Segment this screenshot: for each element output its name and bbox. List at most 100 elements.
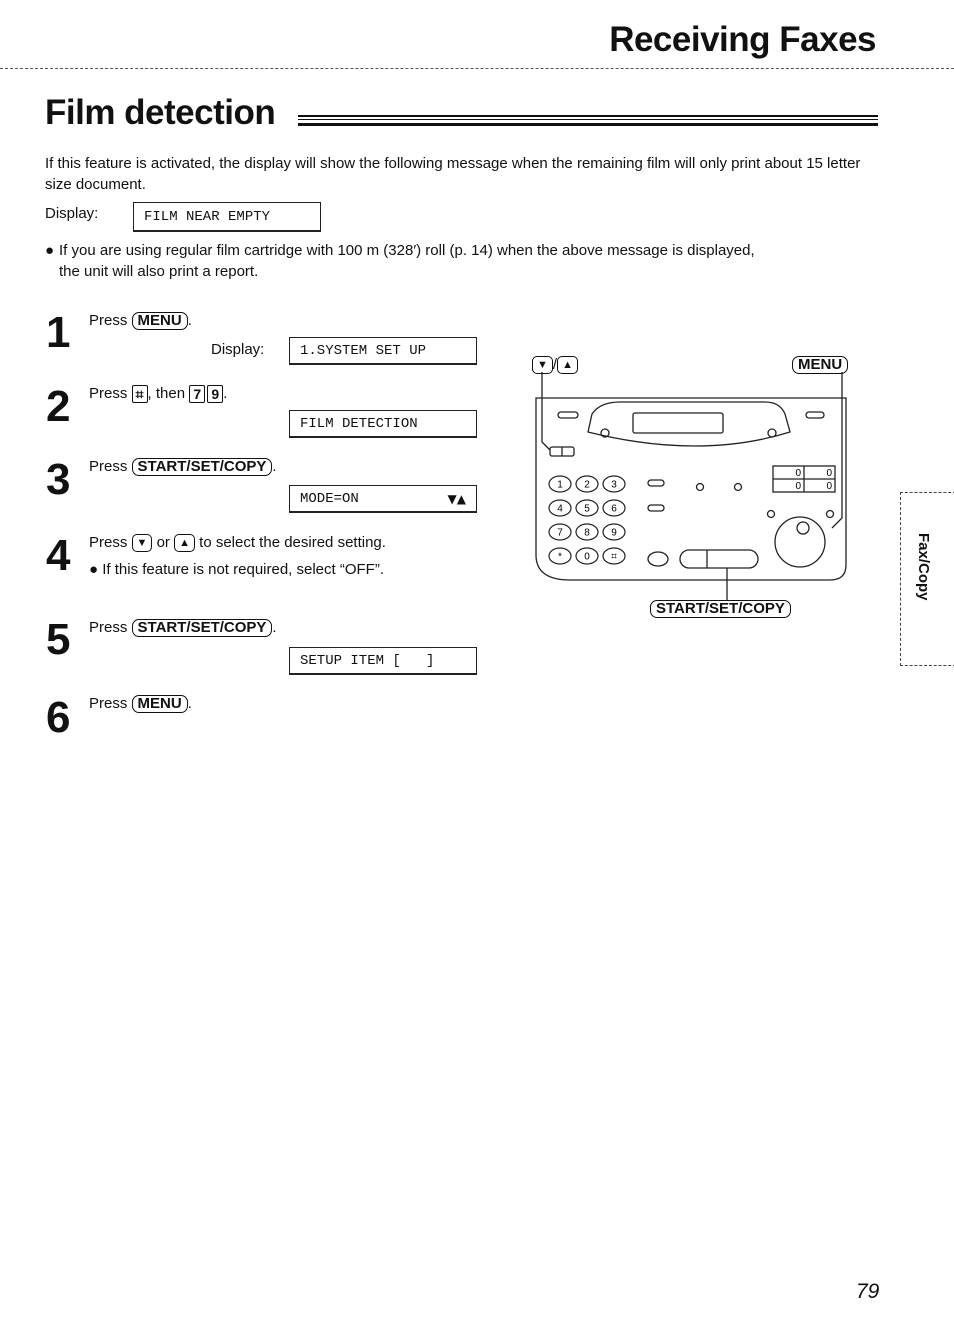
lcd-text: FILM DETECTION	[300, 415, 418, 432]
step-number-4: 4	[46, 531, 71, 580]
extra-button	[647, 551, 669, 567]
intro-paragraph: If this feature is activated, the displa…	[45, 155, 861, 193]
section-header: Receiving Faxes	[609, 20, 876, 59]
step-6-period: .	[187, 695, 192, 712]
indicator-3	[766, 509, 776, 519]
fax-panel-drawing: 1 2 3 4 5 6 7 8 9 * 0 ⌗ 0 0 0 0	[535, 372, 847, 600]
step-4-rest: to select the desired setting.	[199, 534, 386, 551]
diagram-start-label: START/SET/COPY	[650, 600, 791, 619]
lcd-text: FILM NEAR EMPTY	[144, 208, 271, 225]
lcd-text: 1.SYSTEM SET UP	[300, 342, 427, 359]
step-5-press: Press	[89, 619, 128, 636]
step-6-press: Press	[89, 695, 128, 712]
page-number: 79	[856, 1280, 880, 1303]
fax-panel-diagram: 1 2 3 4 5 6 7 8 9 * 0 ⌗ 0 0 0 0 ▼ / ▲ MENU START/SET/COP…	[530, 350, 860, 630]
step-4-bullet-text: If this feature is not required, select …	[102, 561, 385, 578]
indicator-2	[733, 482, 743, 492]
step-4-bullet: ● If this feature is not required, selec…	[89, 560, 384, 580]
display-window	[632, 412, 724, 434]
side-tab-label: Fax/Copy	[915, 533, 932, 601]
display-label: Display:	[45, 205, 99, 222]
step-3-press: Press	[89, 458, 128, 475]
page-title: Film detection	[45, 93, 276, 132]
keypad-key-label: 2	[584, 480, 590, 491]
bullet-icon: ●	[45, 242, 55, 259]
indicator-4	[825, 509, 835, 519]
display-bezel	[587, 401, 791, 447]
step-3-period: .	[272, 458, 277, 475]
top-left-button	[557, 411, 579, 419]
step-5-period: .	[272, 619, 277, 636]
step-number-2: 2	[46, 382, 71, 431]
counter-digit: 0	[795, 468, 801, 479]
counter-digit: 0	[826, 481, 832, 492]
keypad-key-label: 1	[557, 480, 563, 491]
counter-digits: 0 0 0 0	[795, 468, 832, 492]
diagram-arrow-keys: ▼ / ▲	[532, 356, 578, 375]
step-2-text: Press ⌗, then 79.	[89, 384, 227, 404]
lcd-arrows-icon: ▼▲	[447, 491, 466, 506]
counter-digit: 0	[826, 468, 832, 479]
digit-9-key: 9	[207, 385, 224, 404]
start-set-copy-key: START/SET/COPY	[131, 458, 273, 477]
bezel-right-button	[767, 428, 777, 438]
top-right-button	[805, 411, 825, 419]
bullet-note: ● If you are using regular film cartridge…	[45, 240, 885, 282]
start-set-copy-key: START/SET/COPY	[131, 619, 273, 638]
step-4-press: Press	[89, 534, 128, 551]
up-key-icon: ▲	[557, 356, 578, 375]
step-2-press: Press	[89, 385, 128, 402]
lcd-display-system-setup: 1.SYSTEM SET UP	[289, 337, 477, 365]
keypad-key-label: 5	[584, 504, 590, 515]
down-key-icon: ▼	[131, 534, 153, 553]
side-button-2	[647, 504, 665, 512]
keypad-key-label: 6	[611, 504, 617, 515]
keypad: 1 2 3 4 5 6 7 8 9 * 0 ⌗	[548, 475, 626, 565]
bullet-text-2: the unit will also print a report.	[59, 263, 259, 280]
menu-key: MENU	[131, 695, 188, 714]
keypad-key-label: 0	[584, 552, 590, 563]
up-key-icon: ▲	[174, 534, 195, 553]
step-number-6: 6	[46, 693, 71, 742]
step-4-text: Press ▼ or ▲ to select the desired setti…	[89, 533, 386, 553]
diagram-menu-label: MENU	[792, 356, 849, 375]
step-1-display-label: Display:	[211, 341, 265, 358]
bullet-icon: ●	[89, 561, 103, 578]
menu-key: MENU	[792, 356, 849, 375]
keypad-key-label: *	[558, 552, 562, 563]
side-tab: Fax/Copy	[900, 492, 954, 666]
keypad-key-label: ⌗	[611, 552, 617, 563]
step-number-1: 1	[46, 308, 71, 357]
start-set-copy-key: START/SET/COPY	[650, 600, 791, 619]
step-6-text: Press MENU.	[89, 694, 192, 714]
start-set-copy-button	[679, 549, 759, 569]
hash-key: ⌗	[131, 385, 148, 404]
digit-7-key: 7	[189, 385, 206, 404]
lcd-display-film-detection: FILM DETECTION	[289, 410, 477, 438]
counter-digit: 0	[795, 481, 801, 492]
lcd-display-film-near-empty: FILM NEAR EMPTY	[133, 202, 321, 232]
lcd-display-setup-item: SETUP ITEM [ ]	[289, 647, 477, 675]
bullet-text-1: If you are using regular film cartridge …	[59, 242, 755, 259]
keypad-key-label: 9	[611, 528, 617, 539]
keypad-key-label: 7	[557, 528, 563, 539]
step-3-text: Press START/SET/COPY.	[89, 457, 277, 477]
step-number-5: 5	[46, 615, 71, 664]
step-2-then: , then	[147, 385, 186, 402]
lcd-display-mode-on: MODE=ON ▼▲	[289, 485, 477, 513]
step-5-text: Press START/SET/COPY.	[89, 618, 277, 638]
keypad-key-label: 3	[611, 480, 617, 491]
header-divider	[0, 68, 954, 69]
indicator-1	[695, 482, 705, 492]
step-number-3: 3	[46, 455, 71, 504]
side-button-1	[647, 479, 665, 487]
step-1-text: Press MENU.	[89, 311, 192, 331]
arrow-leader-line	[541, 372, 551, 451]
jog-dial	[774, 516, 826, 568]
step-1-press: Press	[89, 312, 128, 329]
title-rule	[298, 115, 878, 126]
lcd-text: MODE=ON	[300, 490, 359, 507]
lcd-text: SETUP ITEM [ ]	[300, 652, 435, 669]
step-1-period: .	[187, 312, 192, 329]
jog-dial-knob	[796, 521, 810, 535]
